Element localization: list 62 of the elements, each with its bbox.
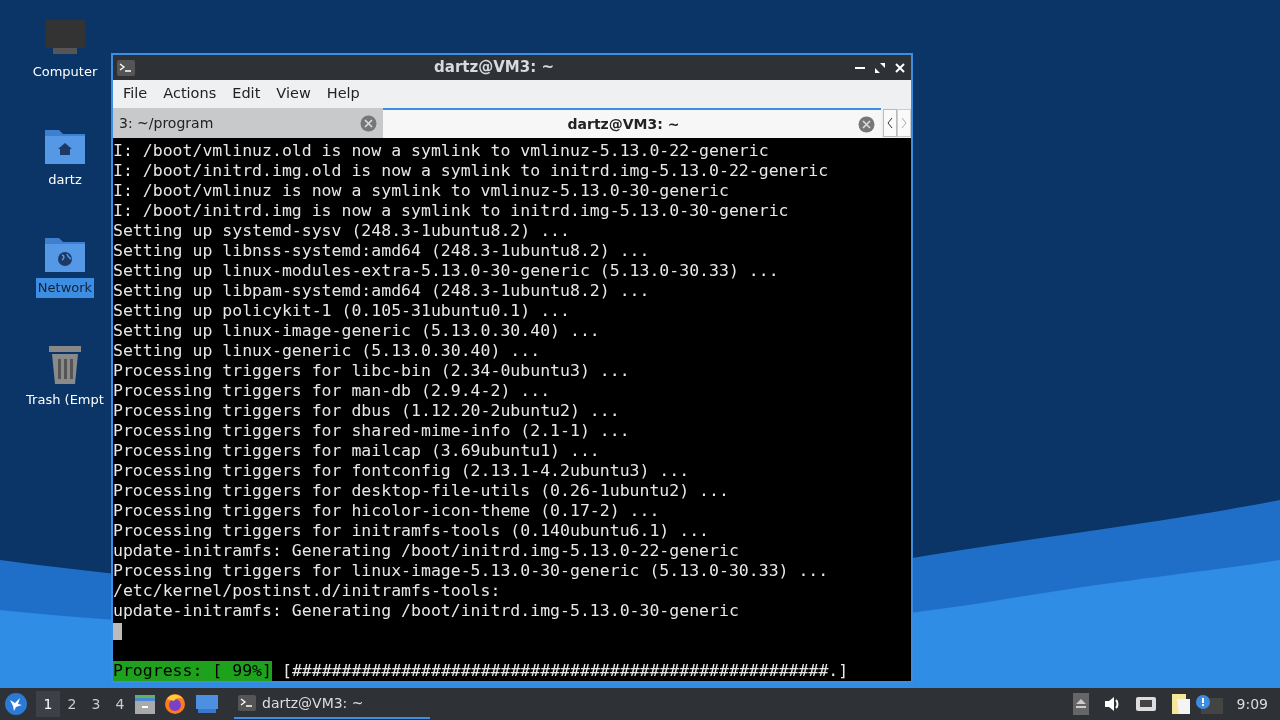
file-cabinet-icon[interactable]: [134, 693, 156, 715]
terminal-line: Processing triggers for hicolor-icon-theme (0.17-2) ...: [113, 501, 660, 521]
tab-label: 3: ~/program: [119, 113, 215, 133]
window-title: dartz@VM3: ~: [433, 57, 555, 79]
terminal-line: Setting up linux-generic (5.13.0.30.40) ...: [113, 341, 541, 361]
maximize-icon[interactable]: [873, 60, 887, 75]
browser-icon[interactable]: [164, 693, 186, 715]
bird-logo-icon[interactable]: [4, 692, 28, 716]
terminal-line: Processing triggers for mailcap (3.69ubuntu1) ...: [113, 441, 600, 461]
terminal-line: I: /boot/initrd.img is now a symlink to initrd.img-5.13.0-30-generic: [113, 201, 789, 221]
scroll-left-icon[interactable]: [883, 109, 897, 137]
workspace-button[interactable]: 2: [60, 691, 84, 717]
terminal-line: Setting up linux-modules-extra-5.13.0-30-generic (5.13.0-30.33) ...: [113, 261, 779, 281]
terminal-line: Setting up libpam-systemd:amd64 (248.3-1ubuntu8.2) ...: [113, 281, 650, 301]
network-port-icon[interactable]: [1134, 695, 1157, 713]
menu-item[interactable]: Help: [318, 83, 368, 105]
terminal-line: /etc/kernel/postinst.d/initramfs-tools:: [113, 581, 501, 601]
desktop-icon-label[interactable]: Computer: [30, 62, 100, 82]
desktop-icon-label[interactable]: Network: [35, 278, 95, 298]
terminal-line: Setting up libnss-systemd:amd64 (248.3-1ubuntu8.2) ...: [113, 241, 650, 261]
terminal-line: update-initramfs: Generating /boot/initrd.img-5.13.0-30-generic: [113, 601, 739, 621]
menu-item[interactable]: View: [268, 83, 319, 105]
terminal-line: I: /boot/vmlinuz is now a symlink to vmlinuz-5.13.0-30-generic: [113, 181, 729, 201]
workspace-button[interactable]: 1: [36, 691, 60, 717]
close-tab-icon[interactable]: [858, 115, 875, 133]
menu-item[interactable]: Actions: [155, 83, 225, 105]
terminal-line: I: /boot/vmlinuz.old is now a symlink to vmlinuz-5.13.0-22-generic: [113, 141, 769, 161]
terminal-line: Processing triggers for shared-mime-info (2.1-1) ...: [113, 421, 630, 441]
clock[interactable]: 9:09: [1236, 693, 1276, 715]
tab-label: dartz@VM3: ~: [566, 114, 681, 134]
tab[interactable]: 3: ~/program: [113, 108, 383, 138]
terminal-icon: [238, 695, 256, 711]
terminal-icon: [117, 59, 135, 76]
eject-icon[interactable]: [1072, 693, 1089, 715]
desktop-icon[interactable]: [196, 695, 218, 713]
terminal-line: Processing triggers for libc-bin (2.34-0ubuntu3) ...: [113, 361, 630, 381]
menu-item[interactable]: Edit: [224, 83, 269, 105]
workspace-button[interactable]: 3: [84, 691, 108, 717]
desktop-icon-label[interactable]: dartz: [46, 170, 84, 190]
terminal-line: Setting up systemd-sysv (248.3-1ubuntu8.2) ...: [113, 221, 570, 241]
terminal-line: Processing triggers for fontconfig (2.13.1-4.2ubuntu3) ...: [113, 461, 690, 481]
desktop-icon-label[interactable]: Trash (Empt: [24, 390, 106, 410]
volume-icon[interactable]: [1102, 695, 1121, 713]
terminal-line: Processing triggers for linux-image-5.13.0-30-generic (5.13.0-30.33) ...: [113, 561, 829, 581]
progress-bar-text: [######################################################.]: [281, 661, 849, 681]
close-icon[interactable]: [893, 60, 907, 75]
progress-label: Progress: [ 99%]: [113, 661, 272, 681]
terminal-line: Processing triggers for dbus (1.12.20-2ubuntu2) ...: [113, 401, 620, 421]
terminal-line: Setting up policykit-1 (0.105-31ubuntu0.1) ...: [113, 301, 570, 321]
terminal-line: update-initramfs: Generating /boot/initrd.img-5.13.0-22-generic: [113, 541, 739, 561]
notes-icon[interactable]: [1170, 693, 1191, 715]
tab[interactable]: dartz@VM3: ~: [383, 108, 881, 138]
terminal-line: I: /boot/initrd.img.old is now a symlink to initrd.img-5.13.0-22-generic: [113, 161, 829, 181]
menu-item[interactable]: File: [115, 83, 156, 105]
workspace-button[interactable]: 4: [108, 691, 132, 717]
terminal-line: Processing triggers for man-db (2.9.4-2) ...: [113, 381, 551, 401]
close-tab-icon[interactable]: [360, 114, 377, 132]
terminal-line: Setting up linux-image-generic (5.13.0.30.40) ...: [113, 321, 600, 341]
task-button[interactable]: dartz@VM3: ~: [234, 689, 430, 719]
text-cursor: [113, 622, 122, 640]
terminal-line: Processing triggers for initramfs-tools (0.140ubuntu6.1) ...: [113, 521, 710, 541]
terminal-line: Processing triggers for desktop-file-utils (0.26-1ubuntu2) ...: [113, 481, 729, 501]
